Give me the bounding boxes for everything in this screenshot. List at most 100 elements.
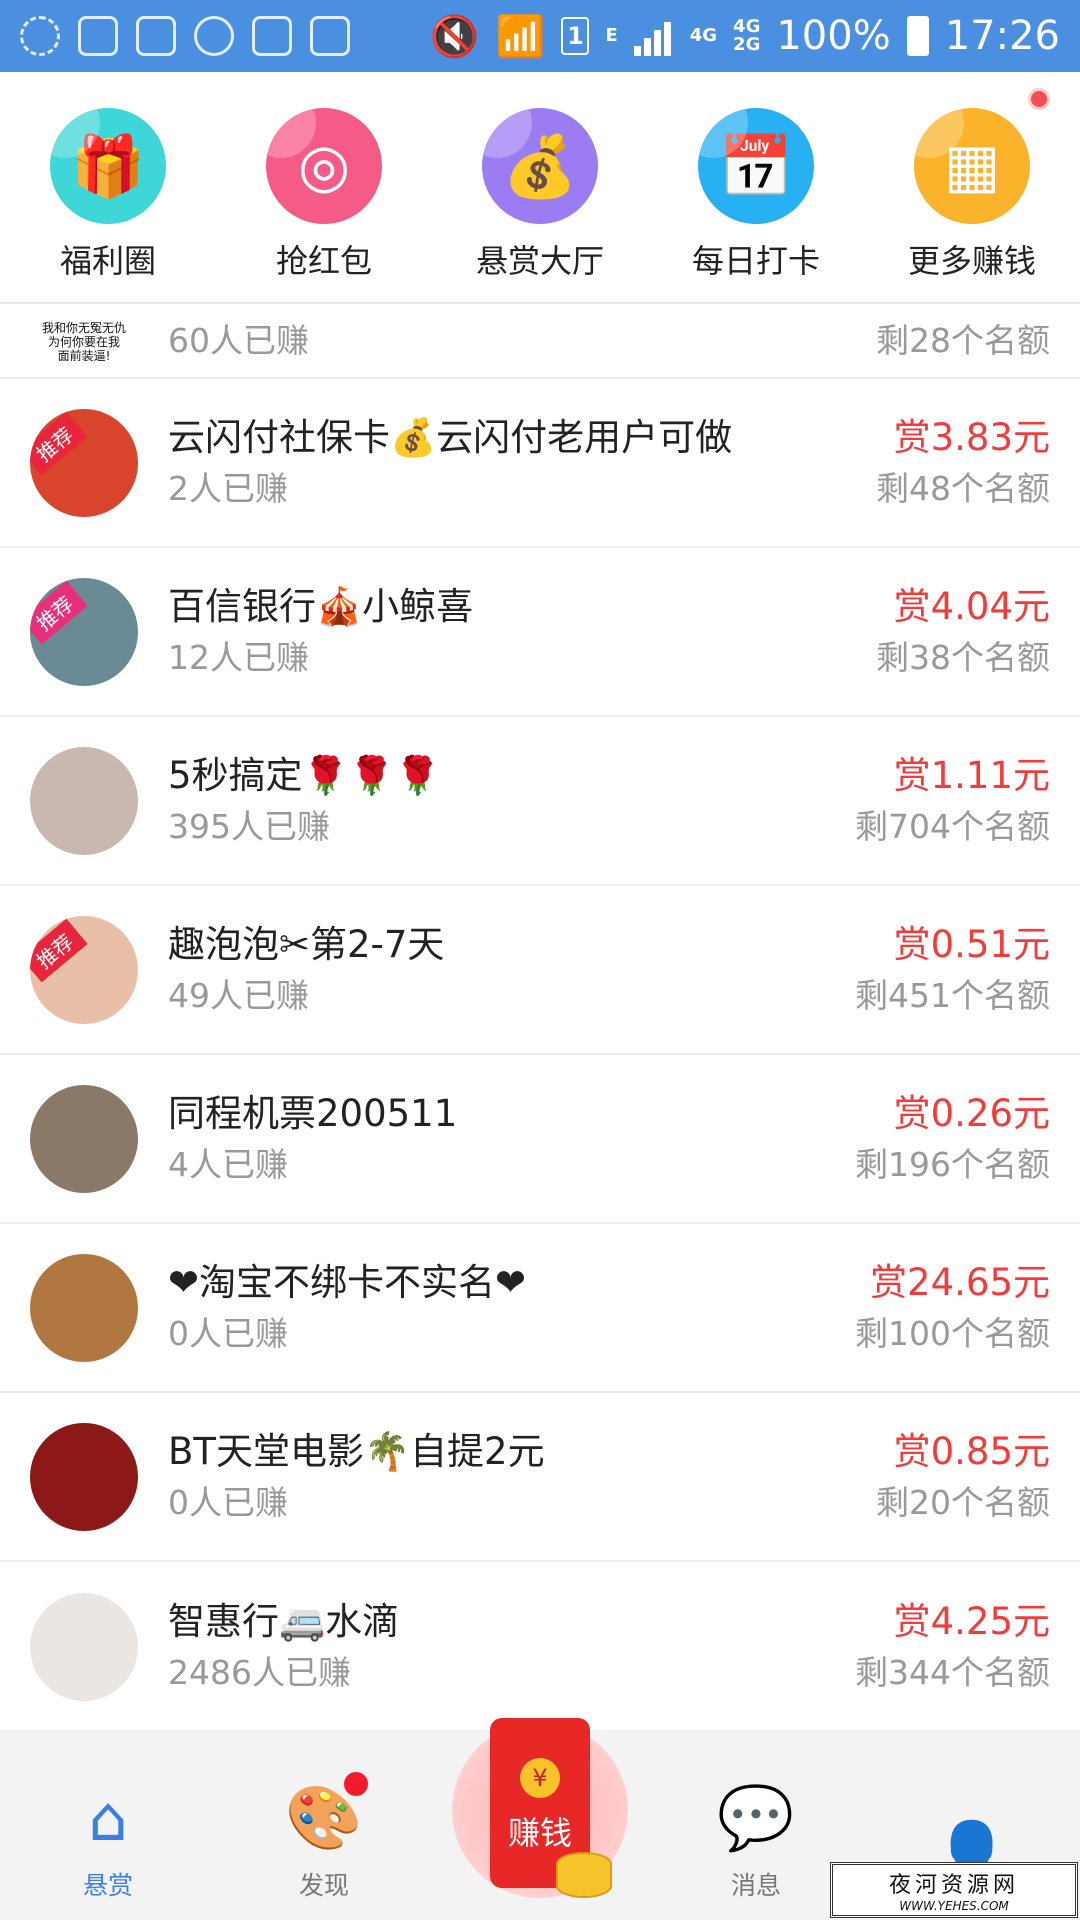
sim-slot-indicator: 1 <box>561 17 590 55</box>
task-reward-block: 剩28个名额 <box>876 316 1050 366</box>
task-earned-count: 60人已赚 <box>168 320 309 360</box>
task-reward: 赏0.51元 <box>893 922 1050 966</box>
sync-icon <box>194 16 234 56</box>
chat-icon: 💬 <box>717 1781 795 1854</box>
image-icon <box>78 16 118 56</box>
task-remaining: 剩196个名额 <box>855 1144 1050 1184</box>
avatar <box>30 1084 138 1193</box>
network-2g: 2G <box>733 34 761 55</box>
task-title: 5秒搞定🌹🌹🌹 <box>168 753 441 797</box>
quick-menu: 🎁 福利圈 ◎ 抢红包 💰 悬赏大厅 📅 每日打卡 ▦ 更多赚钱 <box>0 72 1080 304</box>
battery-percent: 100% <box>776 13 891 59</box>
home-icon: ⌂ <box>88 1781 128 1855</box>
avatar: 推荐 <box>30 408 138 517</box>
task-remaining: 剩100个名额 <box>855 1313 1050 1353</box>
avatar: 我和你无冤无仇 为何你要在我 面前装逼! <box>30 321 138 361</box>
quick-more-earnings[interactable]: ▦ 更多赚钱 <box>864 72 1080 302</box>
task-reward: 赏1.11元 <box>893 753 1050 797</box>
task-list: 我和你无冤无仇 为何你要在我 面前装逼! 60人已赚 剩28个名额 推荐 云闪付… <box>0 304 1080 1731</box>
coin-stack-icon <box>556 1852 612 1898</box>
task-earned-count: 2486人已赚 <box>168 1652 351 1692</box>
task-title: 百信银行🎪小鲸喜 <box>168 584 474 628</box>
avatar: 推荐 <box>30 577 138 686</box>
nav-reward[interactable]: ⌂ 悬赏 <box>0 1730 216 1920</box>
task-title: BT天堂电影🌴自提2元 <box>168 1429 545 1473</box>
task-row[interactable]: BT天堂电影🌴自提2元 0人已赚 赏0.85元 剩20个名额 <box>0 1393 1080 1562</box>
task-earned-count: 0人已赚 <box>168 1313 288 1353</box>
status-bar: 🔇 📶 1 E 4G 4G 2G 100% 17:26 <box>0 0 1080 72</box>
task-reward-block: 赏1.11元 剩704个名额 <box>855 750 1050 852</box>
task-info: 同程机票200511 4人已赚 <box>168 1088 855 1190</box>
avatar-caption: 面前装逼! <box>57 348 111 361</box>
task-row[interactable]: 我和你无冤无仇 为何你要在我 面前装逼! 60人已赚 剩28个名额 <box>0 304 1080 379</box>
watermark-title: 夜河资源网 <box>888 1873 1019 1898</box>
task-reward: 赏0.26元 <box>893 1091 1050 1135</box>
task-title: 云闪付社保卡💰云闪付老用户可做 <box>168 415 733 459</box>
watermark-logo: 夜河资源网 WWW.YEHES.COM <box>830 1862 1078 1918</box>
quick-daily-checkin[interactable]: 📅 每日打卡 <box>648 72 864 302</box>
signal-icon <box>633 16 674 56</box>
task-info: 智惠行🚐水滴 2486人已赚 <box>168 1596 855 1698</box>
task-info: 云闪付社保卡💰云闪付老用户可做 2人已赚 <box>168 412 876 514</box>
task-reward-block: 赏4.25元 剩344个名额 <box>855 1596 1050 1698</box>
system-icons: 🔇 📶 1 E 4G 4G 2G 100% 17:26 <box>430 13 1060 60</box>
quick-label: 抢红包 <box>275 242 372 280</box>
grid-apps-icon: ▦ <box>914 108 1030 224</box>
task-row[interactable]: 5秒搞定🌹🌹🌹 395人已赚 赏1.11元 剩704个名额 <box>0 717 1080 886</box>
task-info: 5秒搞定🌹🌹🌹 395人已赚 <box>168 750 855 852</box>
notification-icons <box>20 16 350 56</box>
nav-label: 发现 <box>298 1871 349 1900</box>
task-reward-block: 赏0.26元 剩196个名额 <box>855 1088 1050 1190</box>
network-4g: 4G <box>689 25 718 46</box>
recommend-tag: 推荐 <box>30 411 88 475</box>
quick-label: 福利圈 <box>59 242 156 280</box>
task-info: 百信银行🎪小鲸喜 12人已赚 <box>168 581 876 683</box>
task-row[interactable]: 推荐 趣泡泡✂第2-7天 49人已赚 赏0.51元 剩451个名额 <box>0 886 1080 1055</box>
task-remaining: 剩344个名额 <box>855 1652 1050 1692</box>
task-row[interactable]: 推荐 云闪付社保卡💰云闪付老用户可做 2人已赚 赏3.83元 剩48个名额 <box>0 379 1080 548</box>
task-earned-count: 12人已赚 <box>168 637 309 677</box>
task-remaining: 剩451个名额 <box>855 975 1050 1015</box>
task-reward: 赏4.25元 <box>893 1599 1050 1643</box>
bag-icon <box>252 16 292 56</box>
task-title: 智惠行🚐水滴 <box>168 1599 400 1643</box>
task-reward-block: 赏4.04元 剩38个名额 <box>876 581 1050 683</box>
task-info: BT天堂电影🌴自提2元 0人已赚 <box>168 1426 876 1528</box>
task-reward: 赏4.04元 <box>893 584 1050 628</box>
wifi-icon: 📶 <box>495 13 546 60</box>
mute-icon: 🔇 <box>429 13 480 60</box>
task-reward: 赏3.83元 <box>893 415 1050 459</box>
yuan-coin-icon: ¥ <box>520 1758 560 1798</box>
nav-label: 消息 <box>730 1871 781 1900</box>
notification-dot <box>344 1772 368 1796</box>
task-earned-count: 4人已赚 <box>168 1144 288 1184</box>
task-earned-count: 0人已赚 <box>168 1482 288 1522</box>
task-reward-block: 赏24.65元 剩100个名额 <box>855 1257 1050 1359</box>
money-bag-icon: 💰 <box>482 108 598 224</box>
task-remaining: 剩38个名额 <box>876 637 1050 677</box>
task-row[interactable]: 同程机票200511 4人已赚 赏0.26元 剩196个名额 <box>0 1055 1080 1224</box>
dual-network: 4G 2G <box>733 18 760 54</box>
task-row[interactable]: ❤淘宝不绑卡不实名❤ 0人已赚 赏24.65元 剩100个名额 <box>0 1224 1080 1393</box>
task-info: 60人已赚 <box>168 316 876 366</box>
clock: 17:26 <box>944 13 1060 59</box>
nav-label: 悬赏 <box>82 1871 133 1900</box>
quick-label: 每日打卡 <box>691 242 820 280</box>
task-row[interactable]: 智惠行🚐水滴 2486人已赚 赏4.25元 剩344个名额 <box>0 1562 1080 1731</box>
quick-grab-red-packet[interactable]: ◎ 抢红包 <box>216 72 432 302</box>
task-earned-count: 395人已赚 <box>168 806 330 846</box>
watermark-url: WWW.YEHES.COM <box>899 1899 1009 1913</box>
notification-dot <box>1028 88 1050 110</box>
quick-welfare-circle[interactable]: 🎁 福利圈 <box>0 72 216 302</box>
task-row[interactable]: 推荐 百信银行🎪小鲸喜 12人已赚 赏4.04元 剩38个名额 <box>0 548 1080 717</box>
task-reward-block: 赏3.83元 剩48个名额 <box>876 412 1050 514</box>
task-title: 同程机票200511 <box>168 1091 458 1135</box>
nav-discover[interactable]: 🎨 发现 <box>216 1730 432 1920</box>
calendar-check-icon: 📅 <box>698 108 814 224</box>
loading-icon <box>20 16 60 56</box>
quick-label: 更多赚钱 <box>907 242 1036 280</box>
red-packet-icon: ◎ <box>266 108 382 224</box>
battery-icon <box>906 16 929 56</box>
avatar <box>30 1422 138 1531</box>
quick-reward-hall[interactable]: 💰 悬赏大厅 <box>432 72 648 302</box>
